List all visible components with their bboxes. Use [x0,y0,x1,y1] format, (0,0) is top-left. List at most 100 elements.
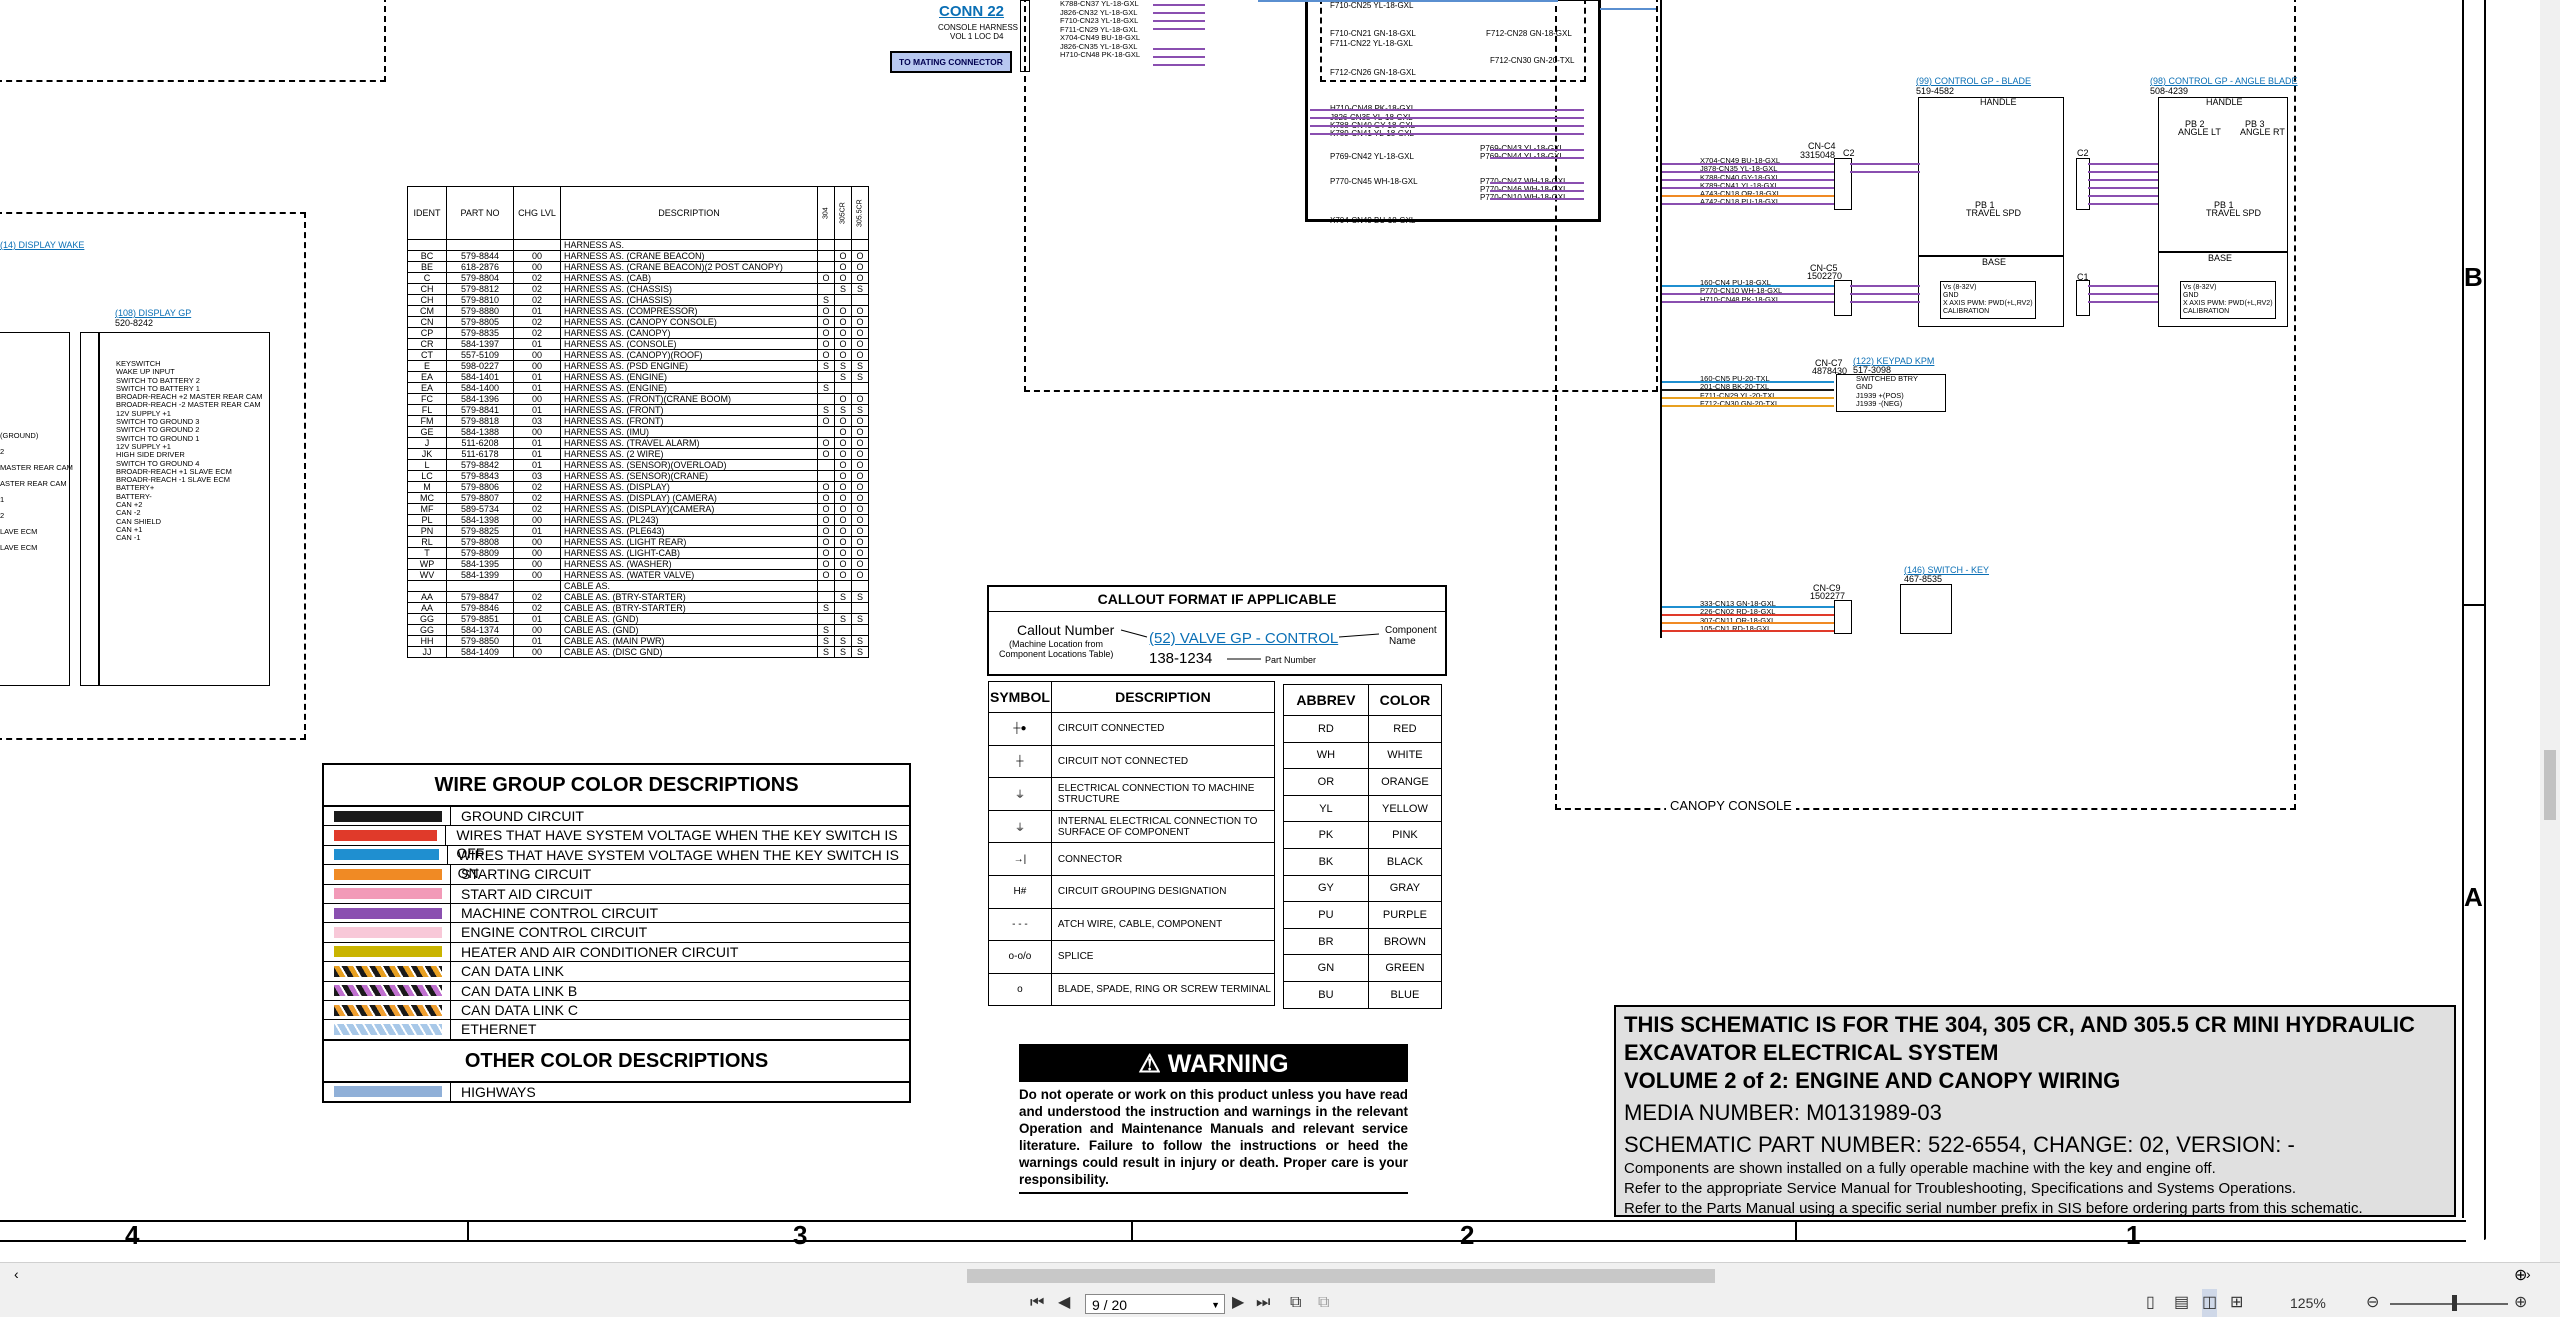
symbol-glyph-icon: ⏚ [988,777,1052,811]
zoom-slider-track[interactable] [2390,1303,2508,1305]
wire-line [1850,163,1920,165]
parts-cell: S [817,635,835,647]
display-fragment-label: LAVE ECM [0,543,38,552]
symbol-header-cell: SYMBOL [988,681,1052,713]
parts-row: PL 584-1398 00 HARNESS AS. (PL243) O O O [407,514,869,526]
parts-cell [817,470,835,482]
parts-cell: 579-8825 [446,525,514,537]
parts-cell: S [851,371,869,383]
parts-cell: CABLE AS. (GND) [560,613,818,625]
paste-icon[interactable]: ⧉ [1318,1289,1329,1317]
parts-cell: WV [407,569,447,581]
vertical-scrollbar[interactable] [2540,0,2560,1262]
wire-line [1490,190,1584,192]
to-mating-connector-button[interactable]: TO MATING CONNECTOR [890,51,1012,73]
vertical-scroll-thumb[interactable] [2544,750,2556,820]
parts-cell: HARNESS AS. (PSD ENGINE) [560,360,818,372]
callout-format-box: CALLOUT FORMAT IF APPLICABLE Callout Num… [987,585,1447,676]
two-page-view-icon[interactable]: ◫ [2202,1289,2218,1317]
parts-row: GE 584-1388 00 HARNESS AS. (IMU) O O [407,426,869,438]
symbol-row: →| CONNECTOR [988,842,1276,876]
color-cell: PURPLE [1367,901,1443,929]
wire-line [1662,405,1834,407]
parts-cell [834,602,852,614]
title-line-3: VOLUME 2 of 2: ENGINE AND CANOPY WIRING [1624,1068,2121,1093]
schematic-sheet: (14) DISPLAY WAKE (108) DISPLAY GP 520-8… [0,0,2520,1262]
last-page-icon[interactable]: ⏭ [1256,1289,1270,1317]
wire-line [1662,179,1834,181]
horizontal-scroll-thumb[interactable] [967,1269,1715,1283]
keypad-pins: SWITCHED BTRY GND J1939 +(POS) J1939 -(NEG) [1856,374,1918,408]
display-wake-link[interactable]: (14) DISPLAY WAKE [0,240,84,251]
single-page-view-icon[interactable]: ▯ [2146,1289,2155,1317]
grid-tick-2 [1131,1222,1133,1240]
zoom-out-icon[interactable]: ⊖ [2366,1289,2379,1317]
parts-cell: CH [407,294,447,306]
parts-cell: 579-8843 [446,470,514,482]
parts-cell [834,580,852,592]
parts-cell: 01 [513,305,561,317]
parts-cell: O [834,338,852,350]
wire-group-label: START AID CIRCUIT [450,884,592,903]
symbol-description: CONNECTOR [1050,842,1276,876]
page-number-field[interactable]: 9 / 20 ▼ [1085,1294,1225,1314]
wire-color-swatch [334,1023,442,1035]
parts-cell: CABLE AS. (BTRY-STARTER) [560,591,818,603]
zoom-in-icon[interactable]: ⊕ [2514,1289,2527,1317]
color-cell: BK [1283,847,1369,876]
symbol-description: ATCH WIRE, CABLE, COMPONENT [1050,907,1276,942]
symbol-description: CIRCUIT GROUPING DESIGNATION [1050,874,1276,909]
next-page-icon[interactable]: ▶ [1232,1289,1244,1317]
zoom-in-corner-icon[interactable]: ⊕ [2514,1265,2527,1285]
color-header-cell: COLOR [1367,684,1443,716]
wire-group-label: CAN DATA LINK [450,962,564,981]
page-dropdown-icon[interactable]: ▼ [1211,1295,1220,1315]
parts-cell: 00 [513,514,561,526]
parts-cell [817,613,835,625]
display-fragment-label: 2 [0,511,5,520]
copy-icon[interactable]: ⧉ [1290,1289,1301,1317]
angle-base-lines: Vs (8-32V) GND X AXIS PWM: PWD(+L,RV2) CALI… [2180,281,2276,319]
fit-view-icon[interactable]: ⊞ [2230,1289,2243,1317]
parts-cell: HARNESS AS. (2 WIRE) [560,448,818,460]
parts-cell: 579-8818 [446,415,514,427]
parts-row: BE 618-2876 00 HARNESS AS. (CRANE BEACON)(2… [407,261,869,273]
horizontal-scrollbar[interactable]: ‹ › ⊕ [0,1263,2560,1289]
zoom-level[interactable]: 125% [2290,1289,2326,1317]
parts-cell: CH [407,283,447,295]
parts-cell: 00 [513,393,561,405]
parts-cell: 511-6178 [446,448,514,460]
parts-cell [851,580,869,592]
parts-cell: 579-8851 [446,613,514,625]
parts-cell: 579-8810 [446,294,514,306]
conn22-title[interactable]: CONN 22 [939,3,1004,20]
parts-cell: S [851,646,869,658]
display-fragment-label: ASTER REAR CAM [0,479,67,488]
continuous-view-icon[interactable]: ▤ [2174,1289,2189,1317]
parts-cell: 00 [513,250,561,262]
parts-cell: 579-8809 [446,547,514,559]
parts-cell: L [407,459,447,471]
parts-cell: HARNESS AS. (WATER VALVE) [560,569,818,581]
blade-base-line: Vs (8-32V) [1943,284,1977,291]
wire-line [1490,198,1584,200]
parts-cell: O [834,272,852,284]
parts-cell: T [407,547,447,559]
parts-cell [446,580,514,592]
parts-cell: GE [407,426,447,438]
symbol-description: CIRCUIT NOT CONNECTED [1050,744,1276,779]
prev-page-icon[interactable]: ◀ [1058,1289,1070,1317]
parts-cell: S [834,635,852,647]
zoom-slider-handle[interactable] [2452,1295,2457,1311]
color-row: YL YELLOW [1283,794,1443,823]
parts-cell: 579-8804 [446,272,514,284]
wire-color-swatch [334,1086,442,1098]
upper-left-frame [0,0,386,82]
parts-cell: O [817,415,835,427]
parts-row: WV 584-1399 00 HARNESS AS. (WATER VALVE) O O O [407,569,869,581]
parts-cell: HARNESS AS. (LIGHT-CAB) [560,547,818,559]
parts-row: CABLE AS. [407,580,869,592]
parts-row: LC 579-8843 03 HARNESS AS. (SENSOR)(CRANE) O… [407,470,869,482]
scroll-left-icon[interactable]: ‹ [14,1266,19,1282]
first-page-icon[interactable]: ⏮ [1030,1289,1044,1317]
